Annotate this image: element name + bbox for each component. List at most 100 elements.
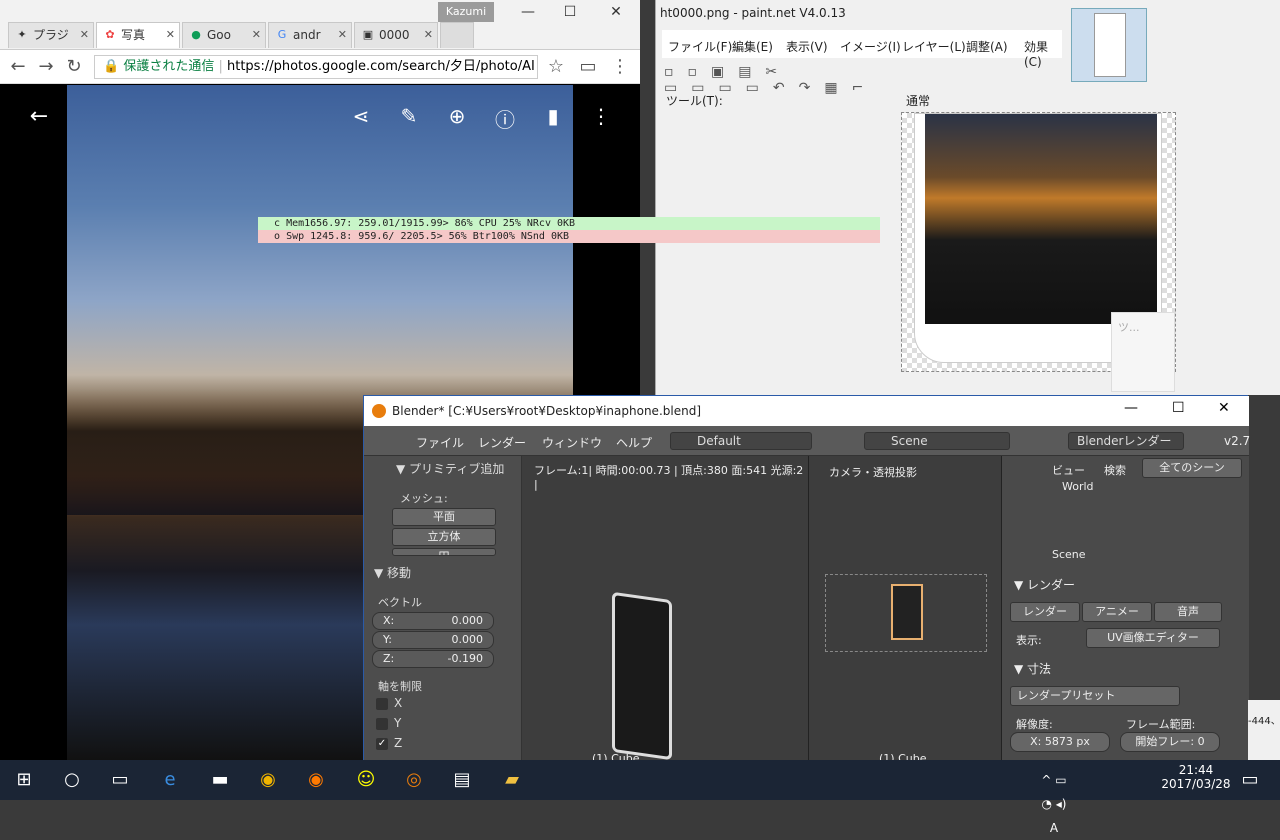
reload-icon[interactable]: ↻ xyxy=(62,56,86,77)
thumbnail[interactable] xyxy=(1071,8,1147,82)
blender-icon[interactable]: ◎ xyxy=(400,768,428,792)
menu-layer[interactable]: レイヤー(L) xyxy=(902,38,966,55)
edge-icon[interactable]: e xyxy=(156,768,184,792)
close-icon[interactable]: ✕ xyxy=(80,23,89,47)
render-button[interactable]: レンダー xyxy=(1010,602,1080,622)
close-icon[interactable]: ✕ xyxy=(424,23,433,47)
tab-label: 0000 xyxy=(379,28,410,42)
menu-view[interactable]: 表示(V) xyxy=(786,38,828,55)
menu-image[interactable]: イメージ(I) xyxy=(840,38,901,55)
chrome-icon[interactable]: ◉ xyxy=(254,768,282,792)
face-app-icon[interactable]: ☺ xyxy=(352,768,380,792)
task-view-icon[interactable]: ▭ xyxy=(106,768,134,792)
blender-title: Blender* [C:¥Users¥root¥Desktop¥inaphone… xyxy=(364,396,1249,426)
tray-icons[interactable]: ^ ▭ ◔ ◂) A xyxy=(1040,768,1068,835)
tab-page[interactable]: ▣ 0000 ✕ xyxy=(354,22,438,48)
folder-icon[interactable]: ▰ xyxy=(498,768,526,792)
zoom-icon[interactable]: ⊕ xyxy=(443,104,471,128)
edit-icon[interactable]: ✎ xyxy=(395,104,423,128)
blend-mode-select[interactable]: 通常 xyxy=(906,92,930,109)
tab-photos[interactable]: ✿ 写真 ✕ xyxy=(96,22,180,48)
close-icon[interactable]: ✕ xyxy=(1218,400,1230,416)
layout-select[interactable]: Default xyxy=(670,432,812,450)
axis-x-checkbox[interactable] xyxy=(376,698,388,710)
tools-float-label: ツ... xyxy=(1118,321,1140,334)
forward-arrow-icon[interactable]: → xyxy=(34,56,58,77)
y-field[interactable]: Y: 0.000 xyxy=(372,631,494,649)
z-field[interactable]: Z: -0.190 xyxy=(372,650,494,668)
menu-effects[interactable]: 効果(C) xyxy=(1024,38,1062,69)
back-arrow-icon[interactable]: ← xyxy=(6,56,30,77)
close-icon[interactable]: ✕ xyxy=(338,23,347,47)
new-tab-button[interactable] xyxy=(440,22,474,48)
phone-screen xyxy=(925,114,1157,324)
menu-window[interactable]: ウィンドウ xyxy=(542,434,602,451)
viewport-camera[interactable]: カメラ・透視投影 (1) Cube xyxy=(809,456,1002,765)
axis-y-checkbox[interactable] xyxy=(376,718,388,730)
circle-button[interactable]: 円 xyxy=(392,548,496,556)
scene-select[interactable]: Scene xyxy=(864,432,1010,450)
resolution-label: 解像度: xyxy=(1016,718,1053,731)
scene-filter[interactable]: 全てのシーン xyxy=(1142,458,1242,478)
x-field[interactable]: X: 0.000 xyxy=(372,612,494,630)
star-icon[interactable]: ☆ xyxy=(544,56,568,77)
cast-icon[interactable]: ▭ xyxy=(576,56,600,77)
engine-select[interactable]: Blenderレンダー xyxy=(1068,432,1184,450)
render-header[interactable]: ▼ レンダー xyxy=(1014,576,1075,593)
menu-icon[interactable]: ⋮ xyxy=(608,56,632,77)
render-preset-select[interactable]: レンダープリセット xyxy=(1010,686,1180,706)
tab-extensions[interactable]: ✦ プラジ ✕ xyxy=(8,22,94,48)
close-icon[interactable]: ✕ xyxy=(596,4,636,20)
main-toolbar[interactable]: ▫▫▣▤✂▭▭▭▭↶↷▦⌐ xyxy=(664,64,994,96)
plane-button[interactable]: 平面 xyxy=(392,508,496,526)
menu-file[interactable]: ファイル(F) xyxy=(668,38,732,55)
sound-button[interactable]: 音声 xyxy=(1154,602,1222,622)
puzzle-icon: ✦ xyxy=(17,28,27,41)
world-item[interactable]: World xyxy=(1062,480,1094,493)
windows-start-icon[interactable]: ⊞ xyxy=(10,768,38,792)
tab-google[interactable]: Gandr ✕ xyxy=(268,22,352,48)
menu-render[interactable]: レンダー xyxy=(478,434,526,451)
mesh-label: メッシュ: xyxy=(400,492,448,505)
prop-search-menu[interactable]: 検索 xyxy=(1104,462,1126,478)
close-icon[interactable]: ✕ xyxy=(252,23,261,47)
move-header[interactable]: ▼ 移動 xyxy=(374,564,411,581)
prop-view-menu[interactable]: ビュー xyxy=(1052,462,1085,478)
menu-edit[interactable]: 編集(E) xyxy=(732,38,773,55)
add-primitive-header[interactable]: ▼ プリミティブ追加 xyxy=(396,460,504,477)
animation-button[interactable]: アニメー xyxy=(1082,602,1152,622)
trash-icon[interactable]: ▮ xyxy=(539,104,567,128)
search-icon[interactable]: ○ xyxy=(58,768,86,792)
properties-panel: ビュー 検索 全てのシーン World Scene ▼ レンダー レンダー アニ… xyxy=(1002,456,1249,761)
tools-float[interactable]: ツ... xyxy=(1111,312,1175,392)
share-icon[interactable]: ⋖ xyxy=(347,104,375,128)
tool-shelf: ▼ プリミティブ追加 メッシュ: 平面 立方体 円 ▼ 移動 ベクトル X: 0.… xyxy=(364,456,522,761)
minimize-icon[interactable]: — xyxy=(508,4,548,20)
tab-hangouts[interactable]: ● Goo ✕ xyxy=(182,22,266,48)
back-arrow-icon[interactable]: ← xyxy=(25,104,53,129)
maximize-icon[interactable]: ☐ xyxy=(1172,400,1185,416)
notification-icon[interactable]: ▭ xyxy=(1236,768,1264,792)
close-icon[interactable]: ✕ xyxy=(166,23,175,47)
menu-help[interactable]: ヘルプ xyxy=(616,434,652,451)
cmd-icon[interactable]: ▬ xyxy=(206,768,234,792)
info-icon[interactable]: ⓘ xyxy=(491,104,519,133)
menu-adjust[interactable]: 調整(A) xyxy=(966,38,1008,55)
more-icon[interactable]: ⋮ xyxy=(587,104,615,128)
cube-button[interactable]: 立方体 xyxy=(392,528,496,546)
start-frame[interactable]: 開始フレー: 0 xyxy=(1120,732,1220,752)
profile-badge[interactable]: Kazumi xyxy=(438,2,494,22)
minimize-icon[interactable]: — xyxy=(1124,400,1138,416)
maximize-icon[interactable]: ☐ xyxy=(550,4,590,20)
address-bar[interactable]: 🔒 保護された通信 | https://photos.google.com/se… xyxy=(94,55,538,79)
clock[interactable]: 21:44 2017/03/28 xyxy=(1160,763,1232,791)
display-select[interactable]: UV画像エディター xyxy=(1086,628,1220,648)
resolution-x[interactable]: X: 5873 px xyxy=(1010,732,1110,752)
viewport-main[interactable]: フレーム:1| 時間:00:00.73 | 頂点:380 面:541 光源:2 … xyxy=(522,456,809,765)
hangouts-icon: ● xyxy=(191,28,201,41)
firefox-icon[interactable]: ◉ xyxy=(302,768,330,792)
menu-file[interactable]: ファイル xyxy=(416,434,464,451)
paintnet-icon[interactable]: ▤ xyxy=(448,768,476,792)
axis-z-checkbox[interactable]: ✓ xyxy=(376,738,388,750)
dimensions-header[interactable]: ▼ 寸法 xyxy=(1014,660,1051,677)
